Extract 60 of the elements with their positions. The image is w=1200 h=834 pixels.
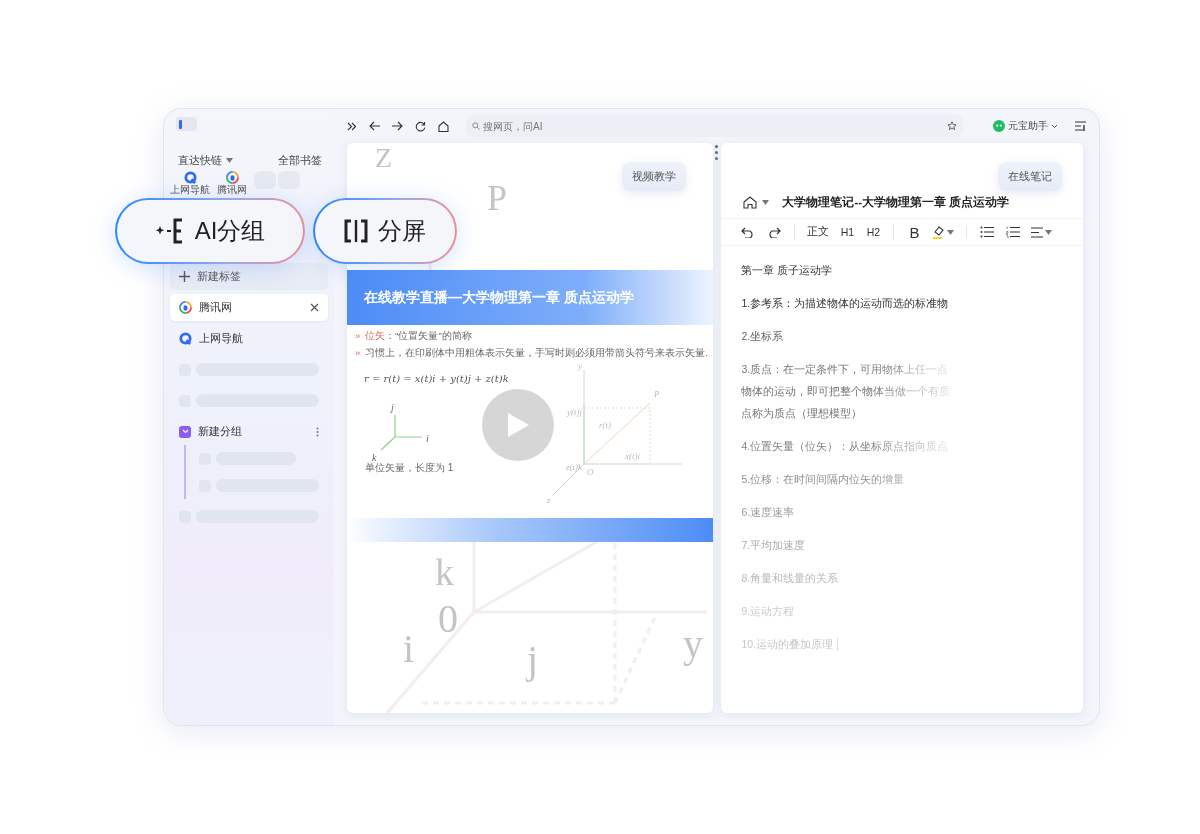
note-line: 6.速度速率 bbox=[741, 505, 795, 520]
quick-links-menu[interactable]: 直达快链 bbox=[178, 153, 233, 168]
note-line: 2.坐标系 bbox=[741, 329, 784, 344]
slide-bullet: » 位矢：“位置矢量”的简称 bbox=[354, 330, 473, 343]
close-icon[interactable] bbox=[310, 303, 319, 312]
tab-group[interactable]: 新建分组 bbox=[170, 418, 328, 445]
pane-label: 视频教学 bbox=[622, 162, 686, 191]
format-button[interactable]: 正文 bbox=[804, 221, 833, 243]
double-chevron-icon bbox=[346, 121, 357, 131]
split-screen-icon bbox=[344, 219, 368, 243]
note-line: 1.参考系：为描述物体的运动而选的标准物 bbox=[741, 296, 949, 311]
caret-icon bbox=[947, 229, 955, 235]
format-button[interactable]: H2 bbox=[862, 221, 885, 243]
shortcut[interactable]: 腾讯网 bbox=[212, 171, 252, 195]
highlighter-icon bbox=[932, 225, 946, 239]
ring-logo-icon bbox=[179, 301, 192, 314]
address-field[interactable]: 搜网页，问AI bbox=[466, 115, 963, 137]
browser-logo-icon bbox=[176, 117, 197, 131]
unit-vectors-drawing: j i k bbox=[372, 402, 429, 463]
note-line: 5.位移：在时间间隔内位矢的增量 bbox=[741, 472, 905, 487]
caret-icon bbox=[1045, 229, 1053, 235]
folder-icon bbox=[179, 425, 191, 438]
note-line: 7.平均加速度 bbox=[741, 538, 806, 553]
star-icon[interactable] bbox=[947, 121, 957, 131]
formula: r = r(t) = x(t)i + y(t)j + z(t)k bbox=[364, 373, 509, 384]
sparkle-list-icon bbox=[154, 218, 185, 244]
note-line: 8.角量和线量的关系 bbox=[741, 571, 839, 586]
ring-logo-icon bbox=[225, 171, 239, 184]
search-icon bbox=[472, 122, 480, 130]
assistant-button[interactable]: 元宝助手 bbox=[993, 119, 1058, 133]
chevron-icon bbox=[1051, 123, 1058, 129]
bullet-list-icon bbox=[980, 226, 995, 238]
numbered-list-icon bbox=[1006, 226, 1021, 238]
more-icon[interactable] bbox=[316, 426, 319, 437]
format-button[interactable]: H1 bbox=[836, 221, 859, 243]
play-icon bbox=[505, 411, 531, 439]
undo-icon bbox=[741, 226, 756, 238]
format-button[interactable]: B bbox=[903, 221, 926, 243]
slide-title: 在线教学直播—大学物理第一章 质点运动学 bbox=[347, 270, 713, 325]
redo-icon bbox=[767, 226, 782, 238]
assistant-logo-icon bbox=[993, 120, 1005, 132]
q-logo-icon bbox=[179, 332, 192, 345]
plus-icon bbox=[179, 271, 190, 282]
home-icon[interactable] bbox=[743, 196, 758, 209]
q-logo-icon bbox=[183, 171, 197, 184]
pane-label: 在线笔记 bbox=[998, 162, 1063, 191]
slide-caption: 单位矢量，长度为 1 bbox=[365, 462, 454, 473]
feature-pill[interactable]: AI分组 bbox=[115, 198, 305, 264]
align-icon bbox=[1031, 226, 1044, 238]
all-bookmarks-link[interactable]: 全部书签 bbox=[278, 153, 322, 168]
caret-icon bbox=[762, 200, 770, 205]
note-line: 第一章 质子运动学 bbox=[741, 263, 833, 278]
caret-icon bbox=[226, 158, 233, 163]
sidebar-tab[interactable]: 腾讯网 bbox=[170, 294, 328, 321]
sidebar-tab[interactable]: 上网导航 bbox=[170, 325, 328, 352]
document-title: 大学物理笔记--大学物理第一章 质点运动学 bbox=[782, 195, 1010, 210]
shortcut[interactable]: 上网导航 bbox=[170, 171, 210, 195]
new-tab-button[interactable]: 新建标签 bbox=[170, 263, 328, 290]
slide-bullet: » 习惯上，在印刷体中用粗体表示矢量，手写时则必须用带箭头符号来表示矢量. bbox=[354, 347, 709, 360]
note-line: 点称为质点（理想模型） bbox=[741, 406, 863, 421]
